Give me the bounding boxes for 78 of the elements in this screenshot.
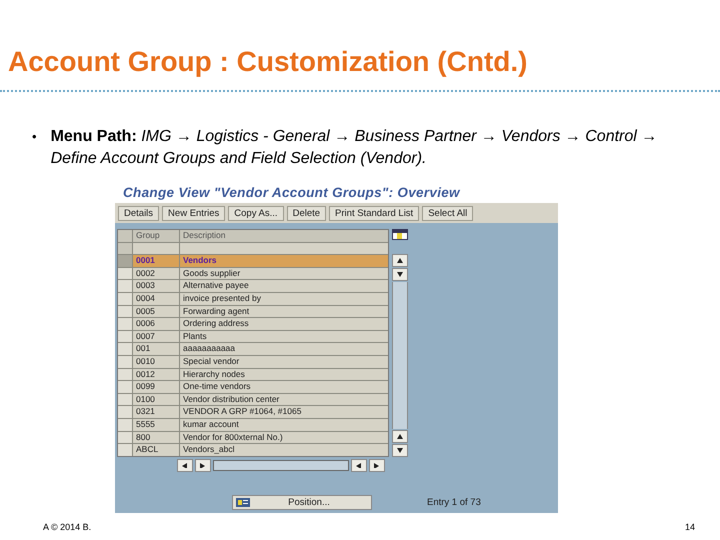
row-selector[interactable] (118, 356, 132, 368)
toolbar-button[interactable]: Details (118, 206, 160, 220)
scroll-right-button[interactable] (195, 458, 211, 472)
toolbar-button[interactable]: New Entries (162, 206, 226, 220)
table-cell: 0099 (133, 381, 179, 393)
left-arrow-icon (182, 462, 188, 468)
table-cell: Alternative payee (180, 280, 388, 292)
table-cell: Ordering address (180, 318, 388, 330)
position-button[interactable]: Position... (232, 494, 372, 510)
table-cell: Vendors (180, 255, 388, 267)
copyright-text: A © 2014 B. (43, 522, 92, 532)
toolbar-button[interactable]: Select All (422, 206, 474, 220)
down-arrow-icon (397, 272, 403, 277)
table-cell: Special vendor (180, 356, 388, 368)
table-cell: VENDOR A GRP #1064, #1065 (180, 406, 388, 418)
column-header[interactable]: Description (180, 230, 388, 242)
table-cell: ABCL (133, 444, 179, 456)
scroll-right-button[interactable] (369, 458, 385, 472)
row-selector[interactable] (118, 242, 132, 254)
right-arrow-icon (374, 462, 380, 468)
table-cell: 0006 (133, 318, 179, 330)
scroll-track[interactable] (213, 460, 349, 471)
table-cell: One-time vendors (180, 381, 388, 393)
entry-count: Entry 1 of 73 (427, 496, 481, 508)
table-cell: 0012 (133, 368, 179, 380)
table-cell: Plants (180, 330, 388, 342)
row-selector[interactable] (118, 268, 132, 280)
table-cell: 0321 (133, 406, 179, 418)
column-header[interactable]: Group (133, 230, 179, 242)
table-cell: 5555 (133, 418, 179, 430)
table-cell: Vendors_abcl (180, 444, 388, 456)
table-cell: 0100 (133, 394, 179, 406)
table-settings-icon[interactable] (392, 229, 408, 240)
table-cell: Hierarchy nodes (180, 368, 388, 380)
toolbar-button[interactable]: Delete (286, 206, 326, 220)
right-arrow-icon (200, 462, 206, 468)
table-cell: Forwarding agent (180, 306, 388, 318)
scroll-down-button[interactable] (392, 444, 408, 457)
up-arrow-icon (397, 434, 403, 439)
scroll-left-button[interactable] (177, 458, 193, 472)
page-number: 14 (684, 522, 695, 532)
toolbar-button[interactable]: Print Standard List (329, 206, 420, 220)
left-arrow-icon (356, 462, 362, 468)
row-selector[interactable] (118, 432, 132, 444)
table-cell: Vendor for 800xternal No.) (180, 432, 388, 444)
table-cell: Goods supplier (180, 268, 388, 280)
table-cell: invoice presented by (180, 292, 388, 305)
table-cell: 0001 (133, 255, 179, 267)
scroll-left-button[interactable] (351, 458, 367, 472)
table-cell: 0007 (133, 330, 179, 342)
table-cell: 0004 (133, 292, 179, 305)
table-corner-cell[interactable] (118, 230, 132, 242)
row-selector[interactable] (118, 306, 132, 318)
table-cell: 0005 (133, 306, 179, 318)
window-title: Change View "Vendor Account Groups": Overview (115, 183, 558, 203)
table-cell: 800 (133, 432, 179, 444)
table-cell: Vendor distribution center (180, 394, 388, 406)
table-cell: 0010 (133, 356, 179, 368)
row-selector[interactable] (118, 418, 132, 430)
scroll-up-button[interactable] (392, 430, 408, 443)
table-cell: 001 (133, 343, 179, 355)
row-selector[interactable] (118, 368, 132, 380)
scroll-up-button[interactable] (392, 254, 408, 267)
row-selector[interactable] (118, 394, 132, 406)
toolbar-button[interactable]: Copy As... (228, 206, 284, 220)
row-selector[interactable] (118, 330, 132, 342)
menu-path-text: Menu Path: IMG → Logistics - General → Business Partner → Vendors → Control → Define Account Groups and Field Selection (Vendor). (50, 127, 658, 169)
table-cell: aaaaaaaaaaa (180, 343, 388, 355)
list-icon (236, 498, 250, 506)
table-cell: 0003 (133, 280, 179, 292)
table-cell: kumar account (180, 418, 388, 430)
slide-title: Account Group : Customization (Cntd.) (8, 45, 528, 79)
up-arrow-icon (397, 258, 403, 263)
row-selector[interactable] (118, 292, 132, 305)
down-arrow-icon (397, 448, 403, 453)
table-cell: 0002 (133, 268, 179, 280)
bullet-mark: • (32, 128, 37, 146)
scroll-down-button[interactable] (392, 268, 408, 281)
